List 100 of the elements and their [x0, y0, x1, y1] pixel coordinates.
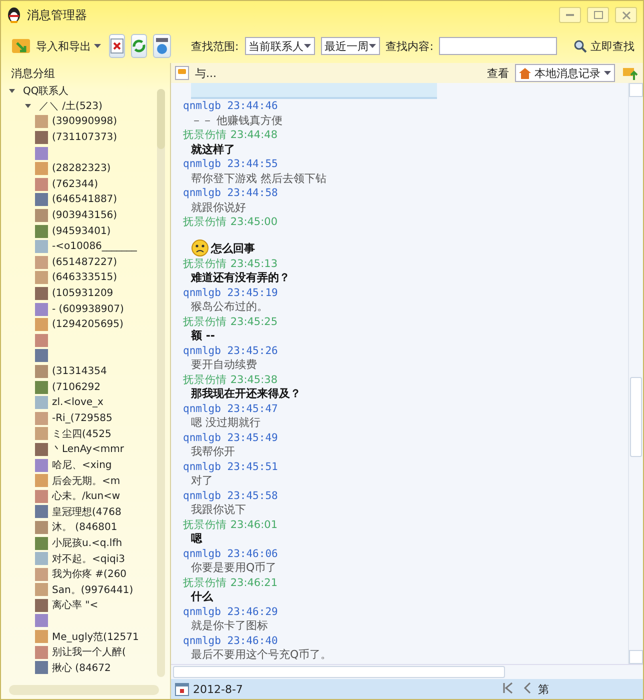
message-header: qnmlgb 23:45:47	[183, 402, 279, 416]
avatar	[35, 380, 48, 394]
contact-label[interactable]: (1294205695)	[52, 319, 124, 330]
expand-arrow-icon[interactable]	[25, 104, 31, 108]
message-header: 抚景伤情 23:45:38	[183, 372, 279, 387]
contact-label[interactable]: (762344)	[52, 178, 98, 190]
avatar	[35, 209, 48, 222]
contact-label[interactable]: (903943156)	[52, 210, 118, 222]
message-text: 帮你登下游戏 然后去领下钻	[191, 172, 326, 186]
contact-label[interactable]: 小屁孩u.<q.lfh	[52, 536, 122, 550]
contact-label[interactable]: 对不起。<qiqi3	[52, 552, 125, 566]
contact-label[interactable]: 哈尼、<xing	[52, 458, 112, 472]
caret-icon	[604, 71, 611, 75]
contact-label[interactable]: (7106292	[52, 382, 100, 393]
contact-label[interactable]: (651487227)	[52, 256, 118, 268]
contact-label[interactable]: 别让我一个人醉(	[52, 645, 126, 660]
avatar	[35, 240, 48, 254]
contact-label[interactable]: 后会无期。<m	[52, 474, 120, 488]
avatar	[35, 193, 48, 206]
contact-label[interactable]: -Ri_(729585	[52, 412, 112, 424]
scrollbar[interactable]	[628, 83, 643, 664]
page-label: 第	[538, 682, 549, 696]
expand-arrow-icon[interactable]	[9, 88, 15, 93]
message-header: qnmlgb 23:45:58	[183, 488, 279, 503]
avatar	[35, 146, 48, 160]
contact-label[interactable]: ミ尘四(4525	[52, 426, 112, 441]
contact-label[interactable]: (731107373)	[52, 132, 118, 144]
message-header: qnmlgb 23:45:51	[183, 460, 279, 474]
tool-icon	[154, 37, 170, 55]
contact-label[interactable]: -<o10086_______	[52, 241, 137, 252]
message-header: 抚景伤情 23:46:01	[183, 518, 279, 532]
contact-label[interactable]: zl.<love_x	[52, 397, 104, 408]
date-label: 2012-8-7	[193, 682, 243, 696]
message-header: qnmlgb 23:44:46	[183, 99, 279, 114]
message-text: 我跟你说下	[191, 503, 246, 518]
contact-label[interactable]: (31314354	[52, 366, 107, 377]
contact-label[interactable]: (28282323)	[52, 163, 111, 174]
contact-label[interactable]: (390990998)	[52, 116, 118, 128]
horizontal-scrollbar[interactable]	[9, 685, 159, 695]
contact-label[interactable]: 揪心 (84672	[52, 660, 111, 675]
contact-label[interactable]: (94593401)	[52, 226, 111, 237]
message-text: －－ 他赚钱真方便	[191, 114, 282, 128]
contact-label[interactable]: (646541887)	[52, 194, 118, 206]
delete-button[interactable]	[109, 34, 125, 58]
import-export-button[interactable]: 导入和导出	[9, 34, 103, 58]
view-dropdown[interactable]: 本地消息记录	[515, 64, 615, 82]
contact-label[interactable]: 离心率 "<	[52, 598, 98, 612]
message-text: 那我现在开还来得及？	[191, 387, 301, 402]
caret-icon	[304, 44, 311, 48]
avatar	[35, 271, 48, 284]
search-field[interactable]	[439, 37, 558, 55]
refresh-button[interactable]	[131, 34, 147, 58]
maximize-icon	[594, 11, 602, 19]
group-label[interactable]: QQ联系人	[23, 84, 69, 98]
message-header: qnmlgb 23:46:40	[183, 634, 279, 648]
caret-icon	[368, 44, 376, 48]
message-text: 就跟你说好	[191, 200, 246, 215]
period-dropdown[interactable]: 最近一周	[320, 37, 380, 55]
message-text: 就这样了	[191, 142, 235, 157]
calendar-icon[interactable]	[175, 682, 189, 696]
contact-label[interactable]: 沐。 (846801	[52, 520, 118, 534]
scope-dropdown[interactable]: 当前联系人	[244, 37, 315, 55]
minimize-button[interactable]	[559, 7, 581, 23]
document-x-icon	[110, 38, 124, 54]
contact-label[interactable]: Me_ugly范(12571	[52, 630, 139, 644]
contact-label[interactable]: (105931209	[52, 288, 114, 300]
contact-label[interactable]: 我为你疼 #(260	[52, 567, 127, 582]
maximize-button[interactable]	[587, 7, 609, 23]
search-button[interactable]: 立即查找	[571, 36, 636, 56]
contact-label[interactable]: 丶LenAy<mmr	[52, 442, 124, 456]
contact-label[interactable]: San。(9976441)	[52, 582, 134, 597]
message-header: qnmlgb 23:46:29	[183, 604, 279, 619]
scrollbar[interactable]	[157, 89, 165, 677]
message-header: qnmlgb 23:45:19	[183, 286, 279, 300]
contact-label[interactable]: 心未。/kun<w	[52, 489, 120, 504]
contact-label[interactable]: - (609938907)	[52, 304, 124, 315]
contact-label[interactable]: (646333515)	[52, 272, 118, 284]
penguin-icon	[7, 7, 21, 23]
avatar	[35, 427, 48, 440]
group-label[interactable]: ／＼ /土(523)	[39, 99, 102, 114]
avatar	[35, 162, 48, 176]
sad-face-icon	[191, 238, 209, 256]
message-header: 抚景伤情 23:45:00	[183, 215, 279, 230]
search-icon	[573, 39, 588, 53]
contact-label[interactable]: 皇冠理想(4768	[52, 504, 122, 519]
message-text: 对了	[191, 474, 213, 488]
window-title: 消息管理器	[27, 6, 88, 24]
avatar	[35, 442, 48, 456]
tools-button[interactable]	[153, 34, 171, 58]
avatar	[35, 505, 48, 518]
horizontal-scrollbar[interactable]	[171, 664, 643, 679]
avatar	[35, 474, 48, 488]
close-button[interactable]	[615, 7, 637, 23]
message-header: qnmlgb 23:44:55	[183, 157, 279, 172]
caret-icon	[94, 44, 101, 48]
avatar	[35, 287, 48, 300]
avatar	[35, 396, 48, 410]
folder-arrow-icon	[622, 65, 638, 81]
message-text: 要开自动续费	[191, 358, 257, 372]
avatar	[35, 115, 48, 128]
